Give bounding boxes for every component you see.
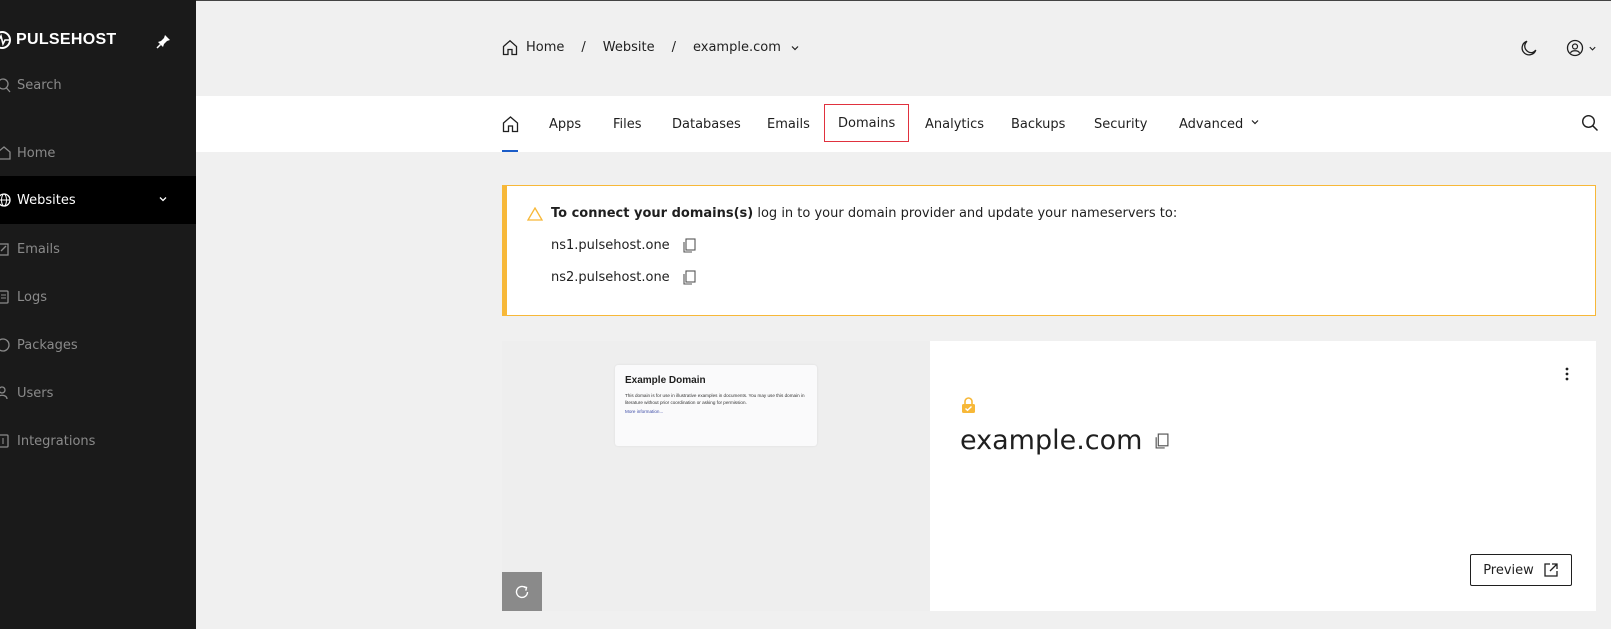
breadcrumb-separator: /: [581, 40, 586, 55]
breadcrumb-domain[interactable]: example.com: [693, 40, 781, 55]
refresh-icon: [515, 585, 529, 598]
tab-backups[interactable]: Backups: [1011, 96, 1065, 152]
sidebar-item-websites[interactable]: Websites: [0, 176, 196, 224]
website-card: Example Domain This domain is for use in…: [502, 341, 1596, 611]
lock-icon: [962, 397, 975, 413]
breadcrumb-website[interactable]: Website: [603, 40, 655, 55]
external-link-icon: [1544, 563, 1558, 577]
tab-advanced-label: Advanced: [1179, 116, 1244, 132]
sidebar-item-packages[interactable]: Packages: [0, 321, 196, 369]
users-icon: [0, 386, 8, 400]
copy-icon[interactable]: [682, 238, 696, 253]
sidebar-item-label: Users: [17, 385, 54, 401]
chevron-down-icon: [1589, 46, 1596, 51]
alert-message: To connect your domains(s) log in to you…: [551, 206, 1177, 221]
top-bar: Home / Website / example.com: [196, 0, 1611, 96]
domain-name: example.com: [960, 425, 1169, 456]
chevron-down-icon: [1251, 120, 1259, 125]
sidebar-item-label: Packages: [17, 337, 78, 353]
integrations-icon: [0, 434, 9, 448]
breadcrumb-home[interactable]: Home: [526, 40, 564, 55]
sidebar-item-label: Websites: [17, 192, 76, 208]
sidebar-search-label: Search: [17, 78, 62, 93]
copy-icon[interactable]: [1154, 432, 1169, 449]
email-icon: [0, 243, 9, 256]
tab-domains[interactable]: Domains: [824, 104, 910, 142]
nameserver-row: ns2.pulsehost.one: [551, 270, 696, 285]
pulsehost-logo[interactable]: PULSEHOST: [0, 31, 117, 49]
tab-advanced[interactable]: Advanced: [1179, 96, 1260, 152]
package-icon: [0, 338, 10, 352]
preview-link: More information...: [625, 409, 664, 414]
pin-icon[interactable]: [156, 33, 172, 49]
more-options-icon[interactable]: [1564, 366, 1570, 382]
tab-emails[interactable]: Emails: [767, 96, 810, 152]
copy-icon[interactable]: [682, 270, 696, 285]
chevron-down-icon[interactable]: [790, 43, 800, 53]
logs-icon: [0, 290, 9, 304]
user-avatar-icon: [1566, 39, 1584, 57]
logo-text: PULSEHOST: [16, 31, 117, 48]
sidebar-item-integrations[interactable]: Integrations: [0, 417, 196, 465]
breadcrumb: Home / Website / example.com: [502, 39, 800, 56]
user-menu[interactable]: [1566, 39, 1597, 57]
thumbnail-preview: Example Domain This domain is for use in…: [615, 365, 817, 446]
nameserver-row: ns1.pulsehost.one: [551, 238, 696, 253]
home-icon: [0, 146, 11, 160]
nameserver-alert: To connect your domains(s) log in to you…: [502, 185, 1596, 316]
active-tab-indicator: [502, 150, 518, 152]
pulse-logo-icon: [0, 31, 11, 49]
preview-title: Example Domain: [625, 375, 706, 386]
tab-files[interactable]: Files: [613, 96, 642, 152]
sidebar-item-label: Emails: [17, 241, 60, 257]
dark-mode-moon-icon[interactable]: [1520, 39, 1538, 57]
alert-message-text: log in to your domain provider and updat…: [753, 206, 1178, 221]
home-icon: [502, 116, 519, 133]
sidebar-item-users[interactable]: Users: [0, 369, 196, 417]
sidebar-item-home[interactable]: Home: [0, 129, 196, 177]
alert-message-bold: To connect your domains(s): [551, 206, 754, 221]
preview-text: This domain is for use in illustrative e…: [625, 393, 805, 405]
tab-security[interactable]: Security: [1094, 96, 1147, 152]
sidebar-item-label: Logs: [17, 289, 47, 305]
sidebar-search[interactable]: Search: [0, 77, 62, 93]
sidebar-item-emails[interactable]: Emails: [0, 225, 196, 273]
tab-analytics[interactable]: Analytics: [925, 96, 984, 152]
preview-button-label: Preview: [1483, 562, 1534, 578]
search-icon[interactable]: [1581, 114, 1599, 132]
preview-button[interactable]: Preview: [1470, 554, 1572, 586]
chevron-down-icon[interactable]: [158, 194, 168, 204]
refresh-thumbnail-button[interactable]: [502, 572, 542, 611]
website-nav-bar: Apps Files Databases Emails Domains Anal…: [196, 96, 1611, 152]
sidebar-item-label: Integrations: [17, 433, 96, 449]
nameserver-1: ns1.pulsehost.one: [551, 238, 670, 253]
tab-databases[interactable]: Databases: [672, 96, 741, 152]
sidebar-item-logs[interactable]: Logs: [0, 273, 196, 321]
sidebar: PULSEHOST Search Home Websites Emails Lo…: [0, 0, 196, 629]
tab-home[interactable]: [502, 96, 519, 152]
search-icon: [0, 77, 11, 92]
top-actions: [1520, 39, 1597, 57]
globe-icon: [0, 193, 11, 207]
website-thumbnail[interactable]: Example Domain This domain is for use in…: [502, 341, 930, 611]
tab-apps[interactable]: Apps: [549, 96, 581, 152]
nameserver-2: ns2.pulsehost.one: [551, 270, 670, 285]
domain-name-text: example.com: [960, 425, 1143, 456]
breadcrumb-separator: /: [671, 40, 676, 55]
sidebar-item-label: Home: [17, 145, 56, 161]
warning-icon: [527, 207, 543, 221]
home-icon[interactable]: [502, 39, 518, 56]
